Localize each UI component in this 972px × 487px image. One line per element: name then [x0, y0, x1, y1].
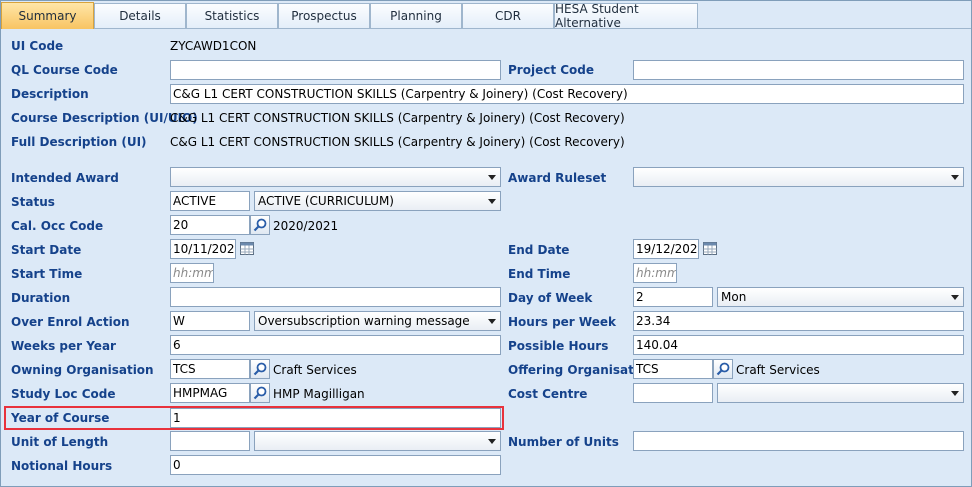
dropdown-arrow-icon	[951, 295, 959, 300]
description-label: Description	[11, 87, 89, 101]
calendar-icon[interactable]	[240, 242, 254, 255]
notional-hours-label: Notional Hours	[11, 459, 113, 473]
dropdown-arrow-icon	[951, 175, 959, 180]
project-code-input[interactable]	[633, 60, 964, 80]
cal-occ-code-input[interactable]: 20	[170, 215, 250, 235]
hours-per-week-input[interactable]: 23.34	[633, 311, 964, 331]
ql-course-code-label: QL Course Code	[11, 63, 118, 77]
owning-org-lookup-button[interactable]	[250, 359, 270, 379]
tab-cdr[interactable]: CDR	[462, 3, 554, 28]
year-of-course-label: Year of Course	[11, 411, 110, 425]
cal-occ-code-label: Cal. Occ Code	[11, 219, 104, 233]
owning-org-desc: Craft Services	[273, 363, 357, 377]
award-ruleset-select[interactable]	[633, 167, 964, 187]
cal-occ-lookup-button[interactable]	[250, 215, 270, 235]
ui-code-value: ZYCAWD1CON	[170, 39, 257, 53]
day-of-week-select[interactable]: Mon	[717, 287, 964, 307]
start-date-label: Start Date	[11, 243, 82, 257]
cost-centre-code-input[interactable]	[633, 383, 713, 403]
notional-hours-input[interactable]: 0	[170, 455, 501, 475]
ql-course-code-input[interactable]	[170, 60, 501, 80]
possible-hours-input[interactable]: 140.04	[633, 335, 964, 355]
day-of-week-select-value: Mon	[721, 290, 747, 304]
study-loc-code-label: Study Loc Code	[11, 387, 116, 401]
intended-award-select[interactable]	[170, 167, 501, 187]
owning-org-code-input[interactable]: TCS	[170, 359, 250, 379]
over-enrol-code-input[interactable]: W	[170, 311, 250, 331]
description-input[interactable]: C&G L1 CERT CONSTRUCTION SKILLS (Carpent…	[170, 84, 964, 104]
dropdown-arrow-icon	[488, 199, 496, 204]
dropdown-arrow-icon	[488, 175, 496, 180]
end-time-label: End Time	[508, 267, 571, 281]
start-time-label: Start Time	[11, 267, 83, 281]
number-of-units-label: Number of Units	[508, 435, 619, 449]
over-enrol-action-select[interactable]: Oversubscription warning message	[254, 311, 501, 331]
weeks-per-year-input[interactable]: 6	[170, 335, 501, 355]
unit-of-length-label: Unit of Length	[11, 435, 109, 449]
end-date-label: End Date	[508, 243, 570, 257]
calendar-icon[interactable]	[703, 242, 717, 255]
tab-details[interactable]: Details	[94, 3, 186, 28]
tab-statistics[interactable]: Statistics	[186, 3, 278, 28]
search-icon	[253, 386, 267, 400]
offering-org-desc: Craft Services	[736, 363, 820, 377]
search-icon	[716, 362, 730, 376]
full-description-label: Full Description (UI)	[11, 135, 147, 149]
start-date-input[interactable]: 10/11/2020	[170, 239, 236, 259]
search-icon	[253, 218, 267, 232]
duration-input[interactable]	[170, 287, 501, 307]
end-time-input[interactable]: hh:mm	[633, 263, 677, 283]
cal-occ-code-desc: 2020/2021	[273, 219, 339, 233]
weeks-per-year-label: Weeks per Year	[11, 339, 116, 353]
status-select[interactable]: ACTIVE (CURRICULUM)	[254, 191, 501, 211]
over-enrol-action-label: Over Enrol Action	[11, 315, 130, 329]
day-of-week-label: Day of Week	[508, 291, 593, 305]
course-description-value: C&G L1 CERT CONSTRUCTION SKILLS (Carpent…	[170, 111, 625, 125]
study-loc-lookup-button[interactable]	[250, 383, 270, 403]
offering-org-code-input[interactable]: TCS	[633, 359, 713, 379]
search-icon	[253, 362, 267, 376]
study-loc-desc: HMP Magilligan	[273, 387, 365, 401]
year-of-course-input[interactable]: 1	[170, 408, 501, 428]
status-select-value: ACTIVE (CURRICULUM)	[258, 194, 394, 208]
possible-hours-label: Possible Hours	[508, 339, 609, 353]
duration-label: Duration	[11, 291, 71, 305]
owning-organisation-label: Owning Organisation	[11, 363, 154, 377]
cost-centre-select[interactable]	[717, 383, 964, 403]
study-loc-code-input[interactable]: HMPMAG	[170, 383, 250, 403]
tab-bar-divider	[1, 28, 971, 29]
intended-award-label: Intended Award	[11, 171, 119, 185]
dropdown-arrow-icon	[951, 391, 959, 396]
dropdown-arrow-icon	[488, 319, 496, 324]
ui-code-label: UI Code	[11, 39, 64, 53]
tab-summary[interactable]: Summary	[1, 2, 94, 29]
over-enrol-select-value: Oversubscription warning message	[258, 314, 470, 328]
project-code-label: Project Code	[508, 63, 595, 77]
number-of-units-input[interactable]	[633, 431, 964, 451]
unit-of-length-code-input[interactable]	[170, 431, 250, 451]
status-code-input[interactable]: ACTIVE	[170, 191, 250, 211]
unit-of-length-select[interactable]	[254, 431, 501, 451]
hours-per-week-label: Hours per Week	[508, 315, 616, 329]
start-time-input[interactable]: hh:mm	[170, 263, 214, 283]
dropdown-arrow-icon	[488, 439, 496, 444]
cost-centre-label: Cost Centre	[508, 387, 588, 401]
day-of-week-code-input[interactable]: 2	[633, 287, 713, 307]
offering-org-lookup-button[interactable]	[713, 359, 733, 379]
award-ruleset-label: Award Ruleset	[508, 171, 607, 185]
tab-prospectus[interactable]: Prospectus	[278, 3, 370, 28]
tab-hesa-student-alternative[interactable]: HESA Student Alternative	[554, 2, 698, 30]
tab-bar: Summary Details Statistics Prospectus Pl…	[1, 1, 971, 30]
tab-planning[interactable]: Planning	[370, 3, 462, 28]
status-label: Status	[11, 195, 55, 209]
full-description-value: C&G L1 CERT CONSTRUCTION SKILLS (Carpent…	[170, 135, 625, 149]
end-date-input[interactable]: 19/12/2020	[633, 239, 699, 259]
course-summary-window: Summary Details Statistics Prospectus Pl…	[0, 0, 972, 487]
